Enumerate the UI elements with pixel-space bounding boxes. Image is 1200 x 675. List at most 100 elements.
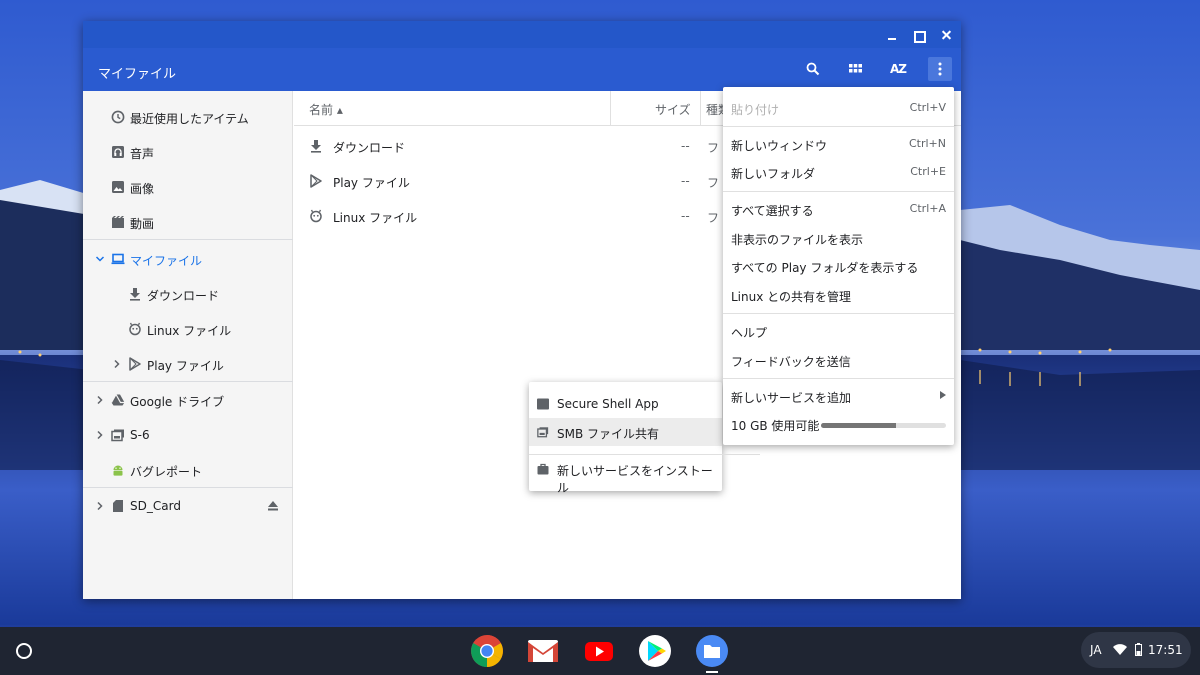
menu-item-label: 新しいウィンドウ — [731, 139, 828, 153]
menu-item-smb-share[interactable]: SMB ファイル共有 — [529, 418, 722, 446]
sidebar-item-videos[interactable]: 動画 — [83, 204, 293, 239]
menu-divider — [723, 126, 954, 127]
menu-item-show-play-folders[interactable]: すべての Play フォルダを表示する — [723, 252, 954, 280]
column-size-header[interactable]: サイズ — [655, 101, 691, 118]
menu-item-label: フィードバックを送信 — [731, 355, 851, 369]
download-icon — [128, 287, 142, 301]
bag-icon — [537, 463, 549, 475]
column-name-header[interactable]: 名前 ▴ — [309, 101, 343, 118]
sidebar-item-play-files[interactable]: Play ファイル — [83, 346, 293, 381]
row-size: -- — [681, 139, 690, 153]
submenu-arrow-icon — [940, 391, 946, 399]
menu-item-paste[interactable]: 貼り付け Ctrl+V — [723, 94, 954, 122]
chevron-right-icon[interactable] — [112, 359, 122, 369]
sidebar-item-label: マイファイル — [130, 254, 203, 268]
storage-usage-fill — [821, 423, 896, 428]
sidebar: 最近使用したアイテム 音声 画像 動画 マイファイル ダウンロード Linux … — [83, 91, 293, 599]
grid-icon — [848, 63, 862, 72]
menu-item-shortcut: Ctrl+N — [908, 137, 946, 150]
download-icon — [309, 139, 323, 153]
status-tray[interactable]: JA 17:51 — [1081, 632, 1191, 668]
sidebar-item-label: S-6 — [130, 428, 150, 442]
youtube-app-icon[interactable] — [582, 634, 616, 668]
sort-button[interactable]: AZ — [886, 57, 910, 81]
sd-card-icon — [111, 499, 125, 513]
menu-item-manage-linux-sharing[interactable]: Linux との共有を管理 — [723, 281, 954, 309]
minimize-button[interactable] — [884, 27, 900, 43]
menu-item-label: すべての Play フォルダを表示する — [731, 261, 919, 275]
column-divider[interactable] — [610, 91, 611, 126]
linux-icon — [309, 209, 323, 223]
sidebar-item-recent[interactable]: 最近使用したアイテム — [83, 99, 293, 134]
menu-item-new-window[interactable]: 新しいウィンドウ Ctrl+N — [723, 130, 954, 158]
sidebar-item-label: Play ファイル — [147, 359, 224, 373]
menu-item-select-all[interactable]: すべて選択する Ctrl+A — [723, 195, 954, 223]
smb-icon — [111, 428, 125, 442]
more-vert-icon — [938, 62, 942, 76]
gmail-app-icon[interactable] — [526, 634, 560, 668]
eject-icon[interactable] — [267, 500, 279, 511]
menu-item-send-feedback[interactable]: フィードバックを送信 — [723, 346, 954, 374]
battery-icon — [1135, 643, 1142, 656]
more-options-menu: 貼り付け Ctrl+V 新しいウィンドウ Ctrl+N 新しいフォルダ Ctrl… — [723, 87, 954, 445]
sidebar-item-images[interactable]: 画像 — [83, 169, 293, 204]
menu-item-new-folder[interactable]: 新しいフォルダ Ctrl+E — [723, 158, 954, 186]
menu-item-label: SMB ファイル共有 — [557, 427, 660, 441]
sidebar-divider — [83, 239, 293, 240]
row-type: フ — [707, 211, 720, 225]
linux-icon — [128, 322, 142, 336]
row-name: Play ファイル — [333, 176, 410, 190]
sidebar-item-sd-card[interactable]: SD_Card — [83, 488, 293, 523]
launcher-button[interactable] — [16, 643, 32, 659]
menu-divider — [723, 191, 954, 192]
sidebar-item-audio[interactable]: 音声 — [83, 134, 293, 169]
add-service-submenu: Secure Shell App SMB ファイル共有 新しいサービスをインスト… — [529, 382, 760, 495]
menu-item-shortcut: Ctrl+A — [909, 202, 946, 215]
chevron-down-icon[interactable] — [95, 254, 105, 264]
menu-item-add-new-service[interactable]: 新しいサービスを追加 — [723, 382, 954, 410]
menu-item-label: 新しいサービスをインストール — [557, 464, 713, 495]
maximize-button[interactable] — [910, 27, 926, 43]
menu-item-label: 新しいサービスを追加 — [731, 391, 852, 405]
chrome-app-icon[interactable] — [470, 634, 504, 668]
close-button[interactable] — [939, 27, 955, 43]
row-size: -- — [681, 174, 690, 188]
column-divider[interactable] — [700, 91, 701, 126]
play-icon — [128, 357, 142, 371]
menu-item-label: 新しいフォルダ — [731, 167, 816, 181]
running-app-indicator — [706, 671, 718, 673]
audio-icon — [111, 145, 125, 159]
play-store-app-icon[interactable] — [638, 634, 672, 668]
laptop-icon — [111, 252, 125, 266]
chevron-right-icon[interactable] — [95, 430, 105, 440]
sidebar-item-google-drive[interactable]: Google ドライブ — [83, 382, 293, 417]
sidebar-item-label: Linux ファイル — [147, 324, 232, 338]
sidebar-item-linux-files[interactable]: Linux ファイル — [83, 311, 293, 346]
more-options-button[interactable] — [928, 57, 952, 81]
page-title: マイファイル — [98, 67, 177, 82]
menu-item-secure-shell[interactable]: Secure Shell App — [529, 390, 722, 418]
row-size: -- — [681, 209, 690, 223]
sidebar-item-label: バグレポート — [130, 465, 203, 479]
chevron-right-icon[interactable] — [95, 395, 105, 405]
menu-item-install-service[interactable]: 新しいサービスをインストール — [529, 455, 722, 495]
sidebar-item-label: 画像 — [130, 182, 155, 196]
files-app-icon[interactable] — [695, 634, 729, 668]
search-button[interactable] — [801, 57, 825, 81]
menu-item-show-hidden[interactable]: 非表示のファイルを表示 — [723, 224, 954, 252]
chevron-right-icon[interactable] — [95, 501, 105, 511]
play-icon — [309, 174, 323, 188]
clock-time: 17:51 — [1148, 643, 1183, 657]
sidebar-item-bug-report[interactable]: バグレポート — [83, 452, 293, 487]
shelf: JA 17:51 — [0, 627, 1200, 675]
row-name: ダウンロード — [333, 141, 406, 155]
sidebar-item-my-files[interactable]: マイファイル — [83, 241, 293, 276]
sidebar-item-downloads[interactable]: ダウンロード — [83, 276, 293, 311]
drive-icon — [111, 393, 125, 407]
smb-icon — [537, 426, 549, 438]
menu-item-help[interactable]: ヘルプ — [723, 317, 954, 345]
sidebar-item-smb-share[interactable]: S-6 — [83, 417, 293, 452]
menu-divider — [723, 313, 954, 314]
storage-usage-bar — [821, 423, 946, 428]
grid-view-button[interactable] — [843, 57, 867, 81]
